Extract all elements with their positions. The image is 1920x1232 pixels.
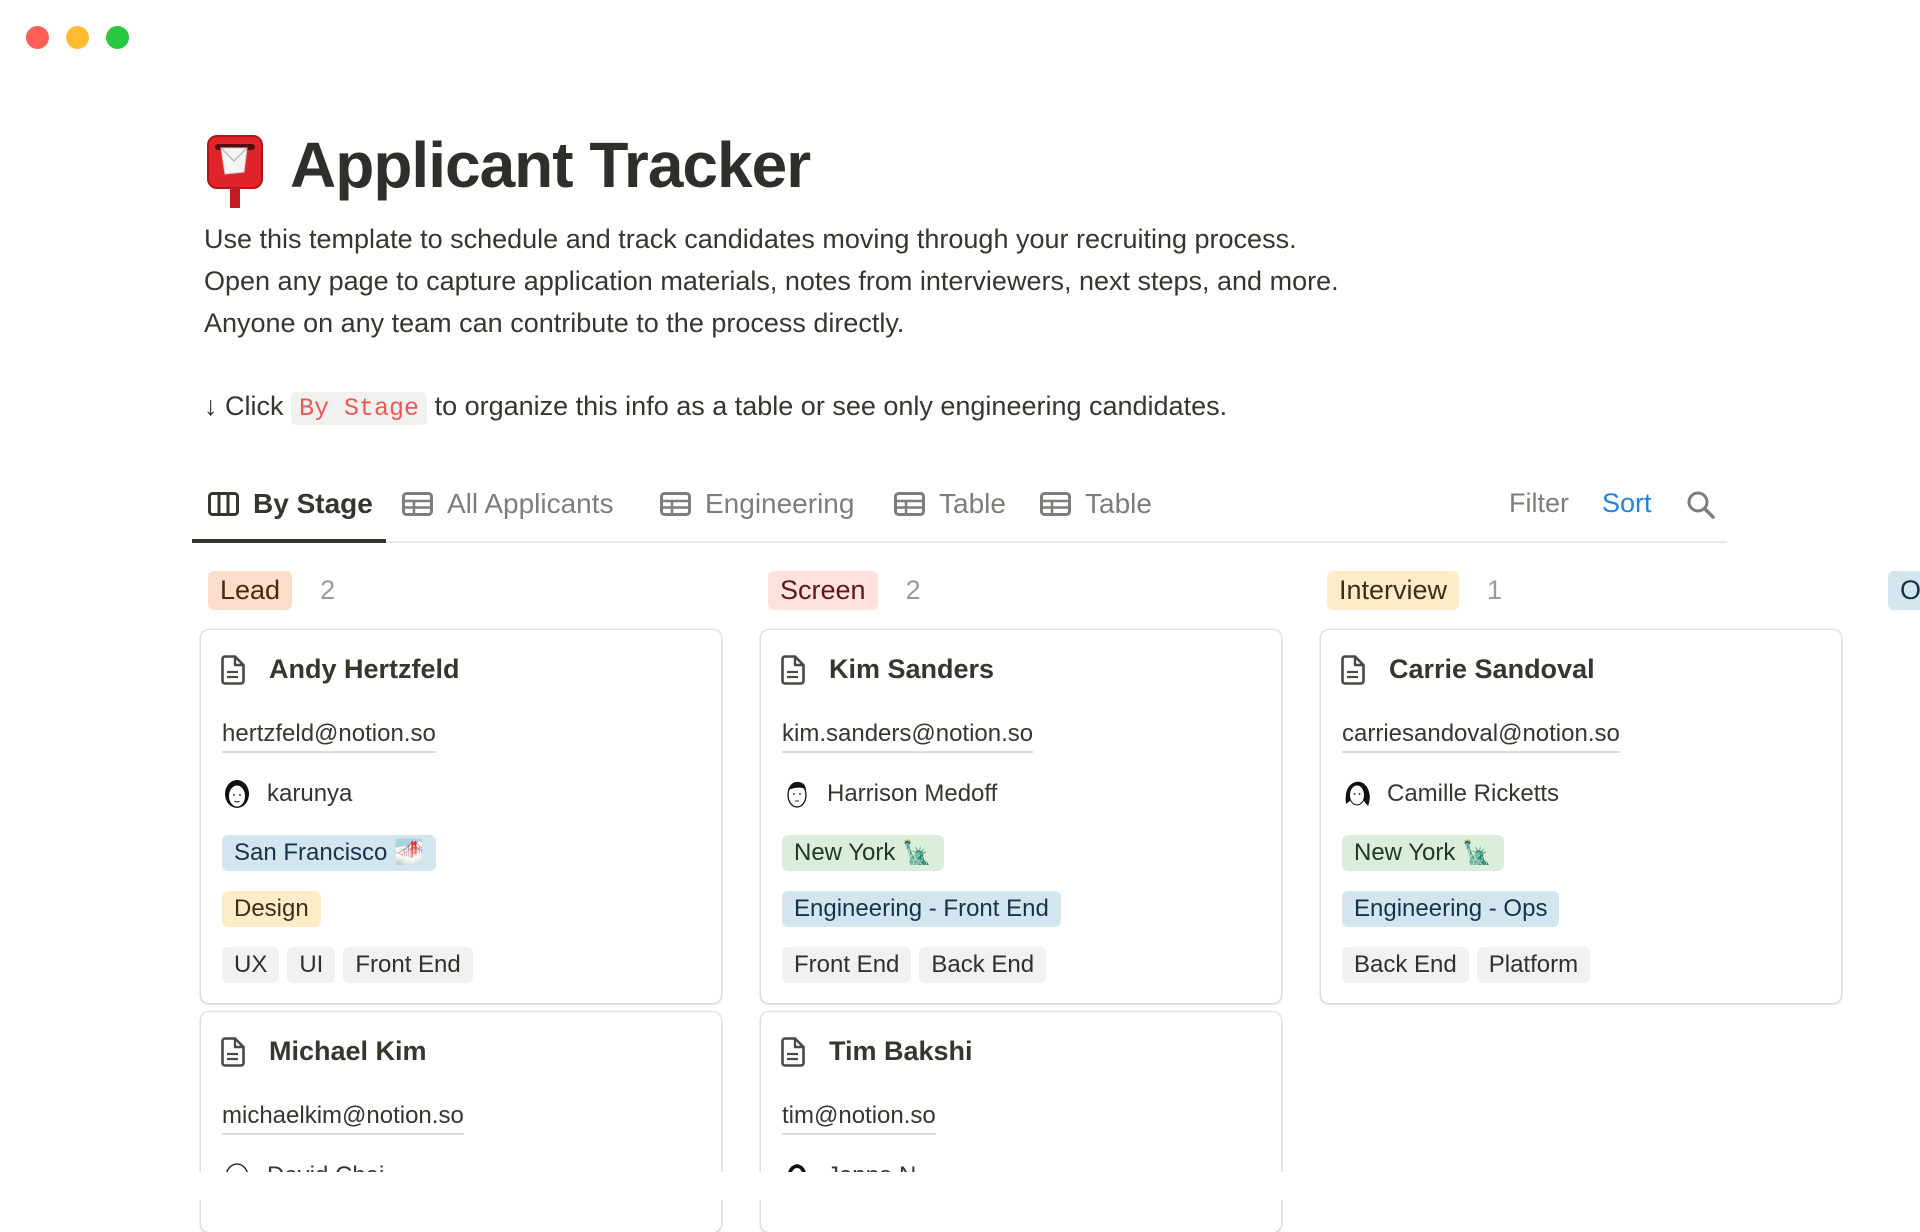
- tab-all-applicants[interactable]: All Applicants: [402, 488, 614, 520]
- department-row: Engineering - Ops: [1342, 891, 1567, 927]
- email-link[interactable]: michaelkim@notion.so: [222, 1102, 464, 1135]
- tab-engineering[interactable]: Engineering: [660, 488, 854, 520]
- stage-pill[interactable]: Screen: [768, 571, 878, 610]
- skills-row: UX UI Front End: [222, 947, 481, 983]
- location-tag: New York 🗽: [1342, 835, 1504, 871]
- stage-pill[interactable]: Lead: [208, 571, 293, 610]
- stage-pill[interactable]: O: [1888, 571, 1920, 610]
- table-icon: [894, 492, 925, 516]
- email-link[interactable]: kim.sanders@notion.so: [782, 720, 1034, 753]
- card-title: Tim Bakshi: [781, 1036, 973, 1067]
- candidate-name: Carrie Sandoval: [1389, 654, 1595, 684]
- hint-line: ↓ Click By Stage to organize this info a…: [204, 391, 1228, 425]
- location-row: New York 🗽: [1342, 835, 1512, 871]
- description-line-3: Anyone on any team can contribute to the…: [204, 308, 905, 338]
- skill-tag: Platform: [1476, 947, 1591, 983]
- email-link[interactable]: tim@notion.so: [782, 1102, 936, 1135]
- page-icon: [221, 654, 245, 685]
- tab-by-stage[interactable]: By Stage: [208, 488, 373, 520]
- skills-row: Back End Platform: [1342, 947, 1598, 983]
- group-header-screen: Screen 2: [768, 571, 921, 610]
- candidate-name: Andy Hertzfeld: [269, 654, 460, 684]
- by-stage-code: By Stage: [291, 392, 428, 425]
- skill-tag: Back End: [1342, 947, 1469, 983]
- email-link[interactable]: hertzfeld@notion.so: [222, 720, 436, 753]
- sort-button[interactable]: Sort: [1602, 488, 1652, 519]
- group-count: 1: [1487, 575, 1503, 605]
- tab-table-1[interactable]: Table: [894, 488, 1006, 520]
- stage-pill[interactable]: Interview: [1327, 571, 1460, 610]
- minimize-window-button[interactable]: [66, 26, 89, 49]
- search-icon[interactable]: [1686, 490, 1716, 520]
- viewport-bottom-edge: [0, 1172, 1920, 1200]
- department-row: Design: [222, 891, 329, 927]
- interviewer-name: Harrison Medoff: [827, 780, 998, 807]
- email-link[interactable]: carriesandoval@notion.so: [1342, 720, 1620, 753]
- page-icon: [781, 1036, 805, 1067]
- group-header-offer: O: [1888, 571, 1920, 610]
- description-line-2: Open any page to capture application mat…: [204, 266, 1339, 296]
- card-title: Michael Kim: [221, 1036, 427, 1067]
- interviewer: Camille Ricketts: [1341, 778, 1559, 810]
- tab-label: Engineering: [705, 488, 855, 519]
- group-count: 2: [905, 575, 921, 605]
- interviewer-name: Camille Ricketts: [1387, 780, 1560, 807]
- tab-table-2[interactable]: Table: [1040, 488, 1152, 520]
- card-title: Kim Sanders: [781, 654, 994, 685]
- interviewer: karunya: [221, 778, 352, 810]
- avatar-icon: [1345, 781, 1370, 806]
- interviewer: Harrison Medoff: [781, 778, 997, 810]
- skills-row: Front End Back End: [782, 947, 1054, 983]
- department-tag: Engineering - Ops: [1342, 891, 1560, 927]
- board-icon: [208, 492, 239, 516]
- skill-tag: Front End: [343, 947, 473, 983]
- avatar-icon: [225, 780, 249, 808]
- group-count: 2: [320, 575, 336, 605]
- skill-tag: UX: [222, 947, 280, 983]
- tab-label: Table: [1085, 488, 1152, 519]
- page-icon: [781, 654, 805, 685]
- tab-label: All Applicants: [447, 488, 614, 519]
- hint-rest-text: to organize this info as a table or see …: [434, 391, 1228, 421]
- department-tag: Design: [222, 891, 321, 927]
- description-line-1: Use this template to schedule and track …: [204, 224, 1297, 254]
- active-tab-indicator: [192, 539, 386, 543]
- postbox-icon[interactable]: [206, 134, 264, 208]
- table-icon: [1040, 492, 1071, 516]
- card-kim-sanders[interactable]: Kim Sanders kim.sanders@notion.so Harris…: [761, 630, 1281, 1003]
- department-tag: Engineering - Front End: [782, 891, 1061, 927]
- candidate-name: Tim Bakshi: [829, 1036, 973, 1066]
- card-title: Carrie Sandoval: [1341, 654, 1595, 685]
- location-tag: New York 🗽: [782, 835, 944, 871]
- tab-label: By Stage: [253, 488, 373, 519]
- avatar-icon: [787, 781, 807, 808]
- interviewer-name: karunya: [267, 780, 353, 807]
- page-icon: [221, 1036, 245, 1067]
- table-icon: [402, 492, 433, 516]
- skill-tag: Back End: [919, 947, 1047, 983]
- hint-click-text: Click: [225, 391, 284, 421]
- group-header-interview: Interview 1: [1327, 571, 1502, 610]
- skill-tag: UI: [287, 947, 336, 983]
- filter-button[interactable]: Filter: [1509, 488, 1569, 519]
- close-window-button[interactable]: [26, 26, 49, 49]
- card-andy-hertzfeld[interactable]: Andy Hertzfeld hertzfeld@notion.so karun…: [201, 630, 721, 1003]
- arrow-down-icon: ↓: [204, 391, 218, 421]
- table-icon: [660, 492, 691, 516]
- candidate-name: Kim Sanders: [829, 654, 995, 684]
- location-row: San Francisco 🌁: [222, 835, 444, 871]
- page-title: Applicant Tracker: [290, 129, 811, 201]
- tab-label: Table: [939, 488, 1006, 519]
- card-title: Andy Hertzfeld: [221, 654, 460, 685]
- card-carrie-sandoval[interactable]: Carrie Sandoval carriesandoval@notion.so…: [1321, 630, 1841, 1003]
- candidate-name: Michael Kim: [269, 1036, 427, 1066]
- location-row: New York 🗽: [782, 835, 952, 871]
- page-icon: [1341, 654, 1365, 685]
- skill-tag: Front End: [782, 947, 912, 983]
- zoom-window-button[interactable]: [106, 26, 129, 49]
- location-tag: San Francisco 🌁: [222, 835, 436, 871]
- department-row: Engineering - Front End: [782, 891, 1069, 927]
- group-header-lead: Lead 2: [208, 571, 335, 610]
- view-tabs: By Stage All Applicants Engineering Tabl…: [192, 470, 1727, 543]
